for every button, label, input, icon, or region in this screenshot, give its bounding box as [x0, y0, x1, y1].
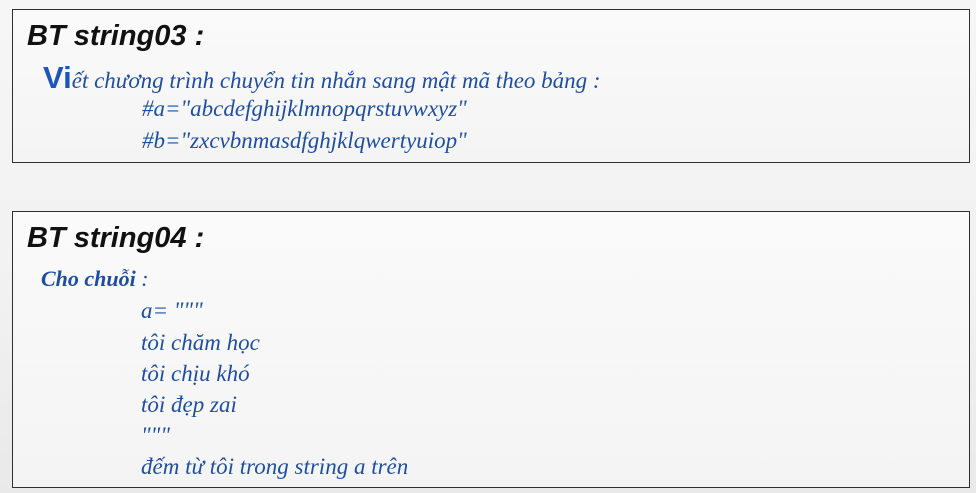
exercise-instruction: Viết chương trình chuyển tin nhắn sang m…: [43, 62, 601, 93]
string-line: a= """: [141, 298, 203, 323]
exercise-title: BT string03 :: [27, 20, 205, 52]
code-line-a: #a="abcdefghijklmnopqrstuvwxyz": [142, 96, 467, 121]
exercise-instruction: Cho chuỗi :: [41, 268, 149, 290]
exercise-box-string04: BT string04 : Cho chuỗi : a= """ tôi chă…: [12, 211, 970, 488]
string-line: tôi chăm học: [141, 330, 260, 355]
instruction-colon: :: [135, 266, 149, 291]
code-line-b: #b="zxcvbnmasdfghjklqwertyuiop": [142, 128, 467, 153]
string-line: """: [141, 423, 170, 448]
instruction-initial: Vi: [43, 60, 72, 95]
instruction-label: Cho chuỗi: [41, 266, 136, 291]
string-line: tôi đẹp zai: [141, 392, 237, 417]
exercise-box-string03: BT string03 : Viết chương trình chuyển t…: [12, 9, 970, 163]
string-line: tôi chịu khó: [141, 361, 250, 386]
exercise-title: BT string04 :: [27, 222, 205, 254]
task-line: đếm từ tôi trong string a trên: [141, 454, 409, 479]
instruction-text: ết chương trình chuyển tin nhắn sang mật…: [71, 68, 601, 93]
